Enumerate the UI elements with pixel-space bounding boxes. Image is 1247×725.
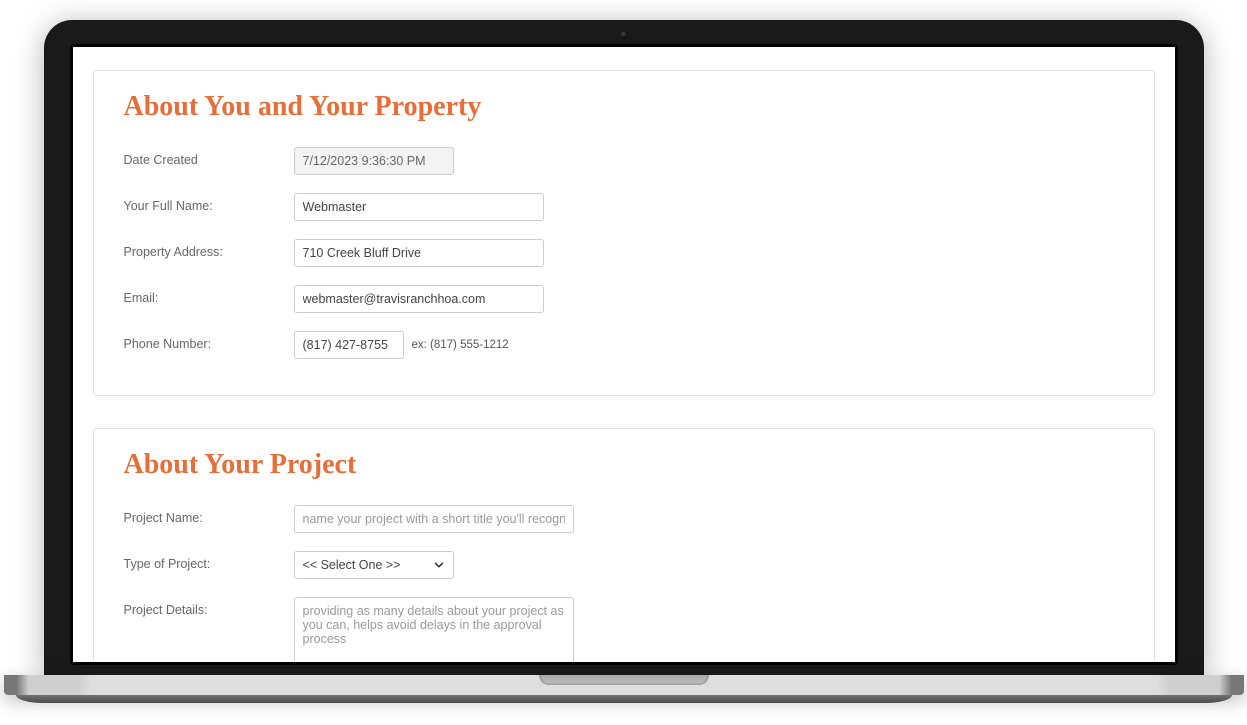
date-created-field (294, 147, 454, 175)
phone-hint: ex: (817) 555-1212 (412, 339, 509, 351)
row-phone: Phone Number: ex: (817) 555-1212 (124, 331, 1124, 359)
row-project-type: Type of Project: << Select One >> (124, 551, 1124, 579)
label-phone: Phone Number: (124, 331, 294, 351)
project-type-select[interactable]: << Select One >> (294, 551, 454, 579)
laptop-base-edge (16, 695, 1232, 703)
label-project-details: Project Details: (124, 597, 294, 617)
row-project-name: Project Name: (124, 505, 1124, 533)
property-address-field[interactable] (294, 239, 544, 267)
label-date-created: Date Created (124, 147, 294, 167)
row-email: Email: (124, 285, 1124, 313)
label-project-type: Type of Project: (124, 551, 294, 571)
laptop-notch (539, 675, 709, 685)
label-project-name: Project Name: (124, 505, 294, 525)
label-full-name: Your Full Name: (124, 193, 294, 213)
screen-content: About You and Your Property Date Created… (73, 47, 1175, 662)
label-property-address: Property Address: (124, 239, 294, 259)
full-name-field[interactable] (294, 193, 544, 221)
project-details-field[interactable] (294, 597, 574, 662)
section-heading-about-you: About You and Your Property (124, 91, 1124, 123)
section-heading-about-project: About Your Project (124, 449, 1124, 481)
email-field[interactable] (294, 285, 544, 313)
about-you-panel: About You and Your Property Date Created… (93, 70, 1155, 396)
camera-dot (620, 31, 628, 39)
row-date-created: Date Created (124, 147, 1124, 175)
row-project-details: Project Details: (124, 597, 1124, 662)
project-name-field[interactable] (294, 505, 574, 533)
laptop-mockup: About You and Your Property Date Created… (44, 20, 1204, 703)
phone-field[interactable] (294, 331, 404, 359)
row-property-address: Property Address: (124, 239, 1124, 267)
laptop-hinge (4, 675, 1244, 695)
screen-bezel: About You and Your Property Date Created… (44, 20, 1204, 675)
about-project-panel: About Your Project Project Name: Type of… (93, 428, 1155, 662)
row-full-name: Your Full Name: (124, 193, 1124, 221)
label-email: Email: (124, 285, 294, 305)
